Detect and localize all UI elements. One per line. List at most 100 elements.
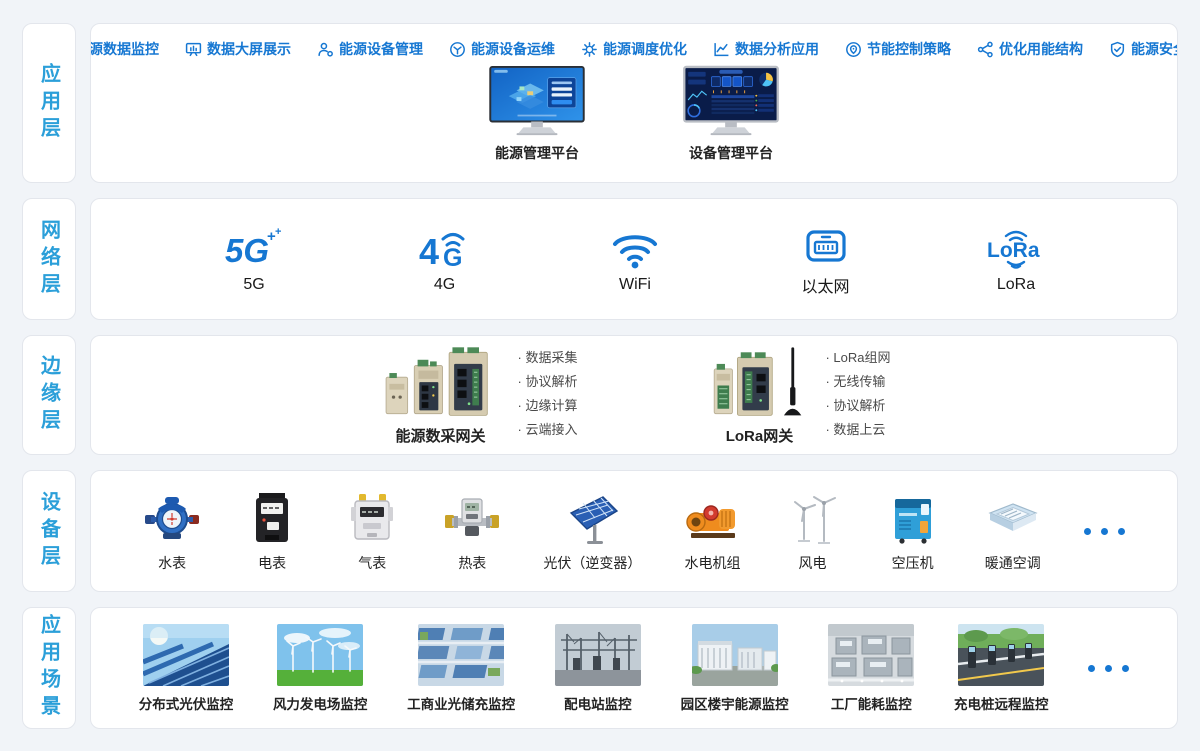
device-item-water-meter: 水表 xyxy=(143,489,201,573)
layer-card-device: 设备层 xyxy=(22,470,76,592)
energy-gateway-features: 数据采集 协议解析 边缘计算 云端接入 xyxy=(517,346,577,442)
scenario-item-campus-energy: 园区楼宇能源监控 xyxy=(681,624,789,713)
menu-label: 数据大屏展示 xyxy=(207,39,291,59)
menu-label: 能源设备管理 xyxy=(339,39,423,59)
scenario-layer-content: 分布式光伏监控 风力发电场监控 xyxy=(90,607,1178,729)
network-items: 5G++ 5G 4G 4G WiFi 以太网 xyxy=(91,199,1177,319)
network-item-4g: 4G 4G xyxy=(402,224,488,294)
scenario-item-factory-energy: 工厂能耗监控 xyxy=(828,624,914,713)
menu-label: 能源数据监控 xyxy=(90,39,159,59)
network-item-wifi: WiFi xyxy=(592,224,678,294)
menu-item-device-ops: 能源设备运维 xyxy=(449,39,555,59)
menu-label: 能源安全管理 xyxy=(1131,39,1178,59)
scenario-item-ci-pv-storage: 工商业光储充监控 xyxy=(407,624,515,713)
feature-item: 协议解析 xyxy=(825,394,890,418)
lora-gateway-image xyxy=(707,344,811,422)
edge-gateway-groups: 能源数采网关 数据采集 协议解析 边缘计算 云端接入 xyxy=(91,336,1177,454)
scenario-label: 工厂能耗监控 xyxy=(831,693,912,713)
svg-text:5G: 5G xyxy=(225,232,269,269)
scenario-item-wind-farm: 风力发电场监控 xyxy=(273,624,368,713)
menu-label: 优化用能结构 xyxy=(999,39,1083,59)
water-meter-icon xyxy=(143,489,201,547)
menu-item-optimize-structure: 优化用能结构 xyxy=(977,39,1083,59)
device-label: 气表 xyxy=(358,553,386,573)
menu-label: 能源调度优化 xyxy=(603,39,687,59)
wifi-icon xyxy=(610,224,660,270)
feature-item: 边缘计算 xyxy=(517,394,577,418)
factory-floor-photo xyxy=(828,624,914,686)
wind-farm-photo xyxy=(277,624,363,686)
platform-device-management: 设备管理平台 xyxy=(680,65,782,163)
platforms-row: 能源管理平台 xyxy=(91,65,1177,163)
device-items: 水表 电表 xyxy=(91,471,1177,591)
feature-item: 数据采集 xyxy=(517,346,577,370)
pin-icon xyxy=(845,41,862,58)
menu-item-energy-saving-strategy: 节能控制策略 xyxy=(845,39,951,59)
menu-item-energy-data-monitor: 能源数据监控 xyxy=(90,39,159,59)
menu-item-dispatch-optimize: 能源调度优化 xyxy=(581,39,687,59)
device-item-heat-meter: 热表 xyxy=(443,489,501,573)
wind-turbine-icon xyxy=(784,489,842,547)
device-item-gas-meter: 气表 xyxy=(343,489,401,573)
layer-card-network: 网络层 xyxy=(22,198,76,320)
cube-icon xyxy=(449,41,466,58)
gateway-name: 能源数采网关 xyxy=(395,425,485,446)
scenario-label: 分布式光伏监控 xyxy=(139,693,234,713)
network-label: 4G xyxy=(434,276,455,294)
scenario-label: 工商业光储充监控 xyxy=(407,693,515,713)
scenario-item-substation: 配电站监控 xyxy=(555,624,641,713)
menu-label: 数据分析应用 xyxy=(735,39,819,59)
industrial-aerial-photo xyxy=(418,624,504,686)
electric-meter-icon xyxy=(243,489,301,547)
ethernet-port-icon xyxy=(802,221,850,267)
device-label: 空压机 xyxy=(892,553,934,573)
scenario-layer-row: 应用场景 分布式光伏监控 xyxy=(22,607,1178,729)
menu-item-big-screen: 数据大屏展示 xyxy=(185,39,291,59)
scenario-label: 风力发电场监控 xyxy=(273,693,368,713)
energy-platform-monitor-image xyxy=(486,65,588,139)
device-platform-monitor-image xyxy=(680,65,782,139)
scenario-label: 园区楼宇能源监控 xyxy=(681,693,789,713)
energy-gateway-group: 能源数采网关 数据采集 协议解析 边缘计算 云端接入 xyxy=(377,344,577,446)
share-icon xyxy=(977,41,994,58)
network-item-ethernet: 以太网 xyxy=(783,221,869,297)
substation-photo xyxy=(555,624,641,686)
device-label: 风电 xyxy=(799,553,827,573)
shield-check-icon xyxy=(1109,41,1126,58)
lora-gateway-group: LoRa网关 LoRa组网 无线传输 协议解析 数据上云 xyxy=(707,344,890,446)
device-item-air-compressor: 空压机 xyxy=(884,489,942,573)
energy-gateway-image xyxy=(377,344,503,422)
platform-energy-management: 能源管理平台 xyxy=(486,65,588,163)
ev-chargers-photo xyxy=(958,624,1044,686)
campus-buildings-photo xyxy=(692,624,778,686)
device-label: 暖通空调 xyxy=(985,553,1041,573)
svg-text:G: G xyxy=(443,244,462,270)
gateway-name: LoRa网关 xyxy=(726,425,794,446)
scenario-item-distributed-pv: 分布式光伏监控 xyxy=(139,624,234,713)
device-layer-content: 水表 电表 xyxy=(90,470,1178,592)
network-item-lora: LoRa LoRa xyxy=(973,224,1059,294)
4g-icon: 4G xyxy=(417,224,473,270)
hydro-unit-icon xyxy=(683,489,741,547)
scenario-items: 分布式光伏监控 风力发电场监控 xyxy=(91,608,1177,728)
application-layer-row: 应用层 能源数据监控 数据大屏展示 能源设备管理 能源设备运维 能源调度优化 xyxy=(22,23,1178,183)
device-label: 水电机组 xyxy=(684,553,740,573)
hvac-icon xyxy=(984,489,1042,547)
network-layer-row: 网络层 5G++ 5G 4G 4G WiFi xyxy=(22,198,1178,320)
layer-label: 设备层 xyxy=(35,491,64,572)
device-item-electric-meter: 电表 xyxy=(243,489,301,573)
svg-text:+: + xyxy=(275,226,281,238)
device-item-hvac: 暖通空调 xyxy=(984,489,1042,573)
menu-item-energy-security: 能源安全管理 xyxy=(1109,39,1178,59)
lora-gateway-figure: LoRa网关 xyxy=(707,344,811,446)
layer-card-application: 应用层 xyxy=(22,23,76,183)
5g-icon: 5G++ xyxy=(223,224,285,270)
scenario-item-ev-charging: 充电桩远程监控 xyxy=(954,624,1049,713)
network-item-5g: 5G++ 5G xyxy=(211,224,297,294)
scenario-label: 充电桩远程监控 xyxy=(954,693,1049,713)
air-compressor-icon xyxy=(884,489,942,547)
platform-label: 设备管理平台 xyxy=(689,143,773,163)
layer-label: 应用场景 xyxy=(35,614,64,722)
device-item-solar-inverter: 光伏（逆变器） xyxy=(543,489,641,573)
device-label: 热表 xyxy=(458,553,486,573)
